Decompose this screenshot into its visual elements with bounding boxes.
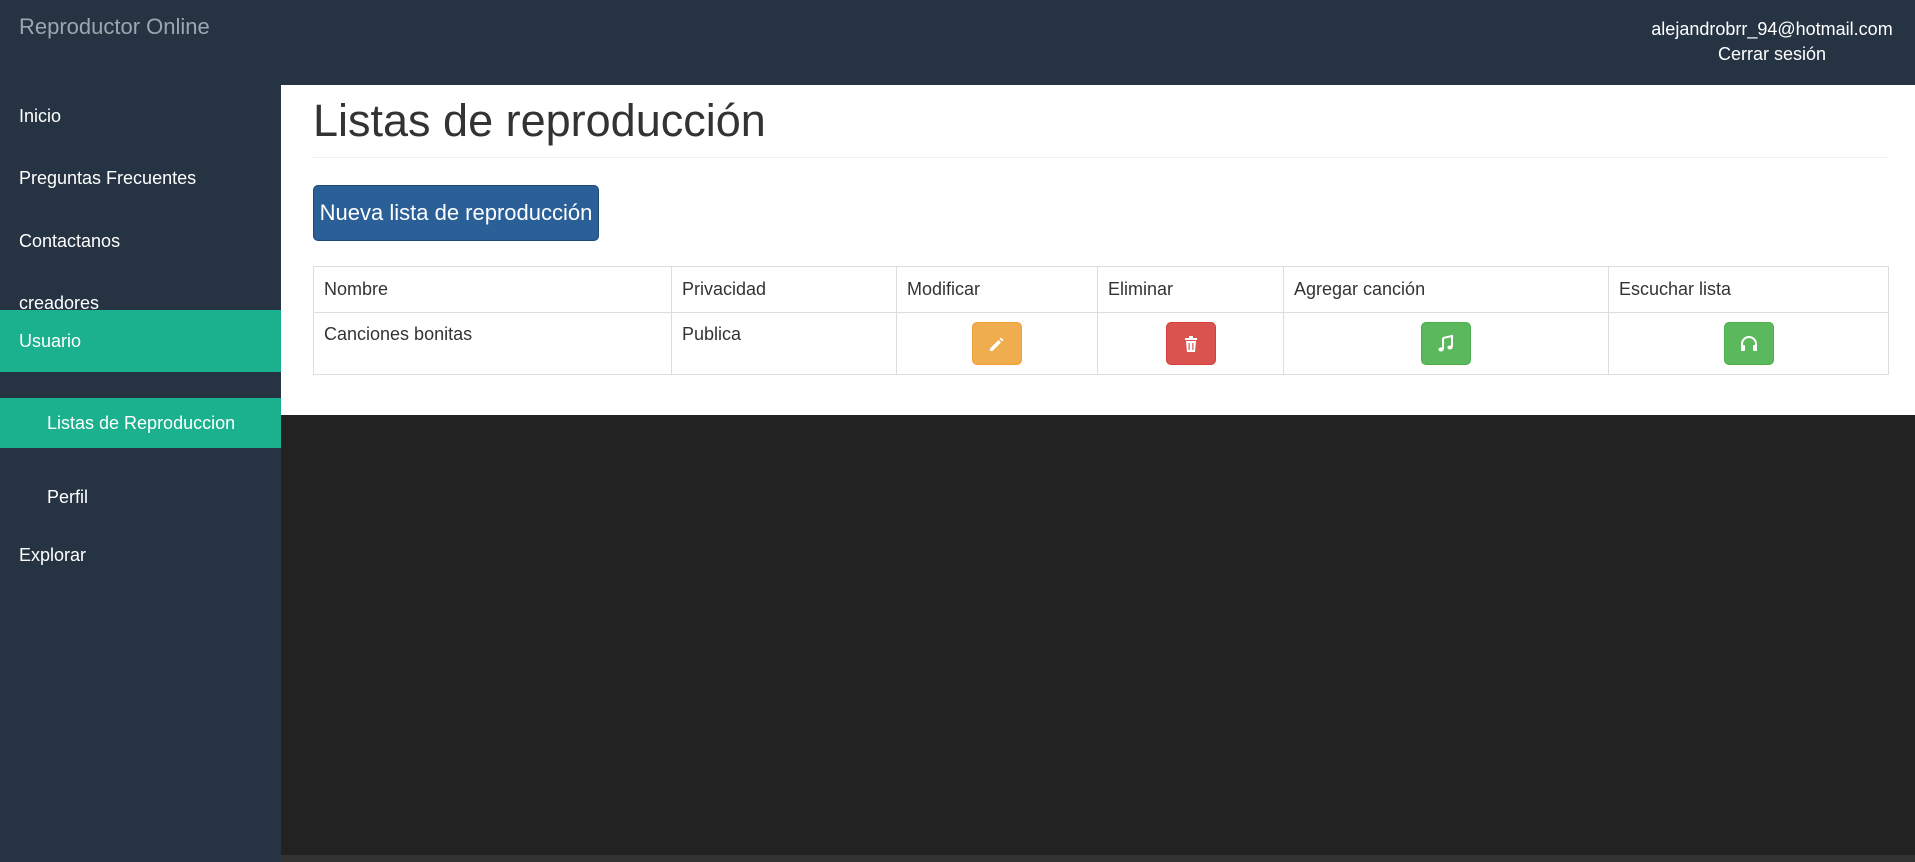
sidebar-item-contactanos[interactable]: Contactanos <box>0 210 281 272</box>
main-content: Listas de reproducción Nueva lista de re… <box>281 85 1915 415</box>
header-privacidad: Privacidad <box>671 266 897 313</box>
modify-cell <box>896 312 1098 375</box>
playlist-privacy: Publica <box>671 312 897 375</box>
user-box: alejandrobrr_94@hotmail.com Cerrar sesió… <box>1642 17 1902 67</box>
user-email: alejandrobrr_94@hotmail.com <box>1651 19 1893 39</box>
table-row: Canciones bonitas Publica <box>313 312 1889 375</box>
table-header-row: Nombre Privacidad Modificar Eliminar Agr… <box>313 266 1889 313</box>
pencil-icon <box>990 337 1004 351</box>
add-song-cell <box>1283 312 1609 375</box>
listen-cell <box>1608 312 1889 375</box>
header-eliminar: Eliminar <box>1097 266 1284 313</box>
header-modificar: Modificar <box>896 266 1098 313</box>
playlists-table: Nombre Privacidad Modificar Eliminar Agr… <box>313 266 1889 375</box>
sidebar-item-inicio[interactable]: Inicio <box>0 85 281 147</box>
playlist-name: Canciones bonitas <box>313 312 672 375</box>
header-nombre: Nombre <box>313 266 672 313</box>
header-escuchar-lista: Escuchar lista <box>1608 266 1889 313</box>
delete-button[interactable] <box>1165 322 1216 365</box>
add-song-button[interactable] <box>1421 322 1471 365</box>
sidebar-item-usuario[interactable]: Usuario <box>0 310 281 372</box>
music-note-icon <box>1438 334 1453 352</box>
page-title: Listas de reproducción <box>313 95 766 146</box>
headphones-icon <box>1740 336 1757 351</box>
brand-title[interactable]: Reproductor Online <box>19 14 210 40</box>
sidebar-subitem-listas-de-reproduccion[interactable]: Listas de Reproduccion <box>0 398 281 448</box>
bottom-strip <box>281 855 1915 862</box>
sidebar: Inicio Preguntas Frecuentes Contactanos … <box>0 85 281 862</box>
listen-button[interactable] <box>1723 322 1774 365</box>
sidebar-subitem-perfil[interactable]: Perfil <box>0 472 281 522</box>
sidebar-item-preguntas-frecuentes[interactable]: Preguntas Frecuentes <box>0 147 281 209</box>
sidebar-item-explorar[interactable]: Explorar <box>0 524 281 586</box>
edit-button[interactable] <box>972 322 1022 365</box>
new-playlist-button[interactable]: Nueva lista de reproducción <box>313 185 599 241</box>
top-navbar: Reproductor Online alejandrobrr_94@hotma… <box>0 0 1915 85</box>
delete-cell <box>1097 312 1284 375</box>
logout-link[interactable]: Cerrar sesión <box>1642 42 1902 67</box>
header-agregar-cancion: Agregar canción <box>1283 266 1609 313</box>
trash-icon <box>1184 336 1197 352</box>
title-divider <box>313 157 1888 158</box>
